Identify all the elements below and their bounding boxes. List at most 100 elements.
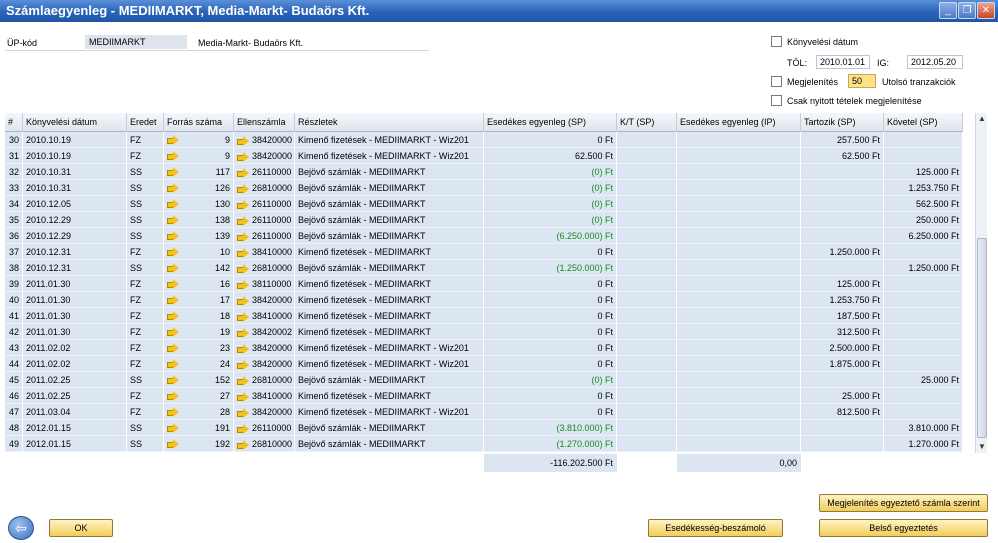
col-header-offset-account[interactable]: Ellenszámla — [234, 113, 295, 132]
table-row[interactable]: 49 2012.01.15 SS 192 26810000 Bejövő számlák … — [5, 436, 963, 452]
row-offset-account[interactable]: 38420000 — [234, 340, 295, 356]
table-row[interactable]: 46 2011.02.25 FZ 27 38410000 Kimenő fizetések… — [5, 388, 963, 404]
table-row[interactable]: 30 2010.10.19 FZ 9 38420000 Kimenő fizetések … — [5, 132, 963, 148]
link-arrow-icon[interactable] — [237, 167, 249, 178]
link-arrow-icon[interactable] — [167, 311, 179, 321]
row-source-number[interactable]: 126 — [164, 180, 234, 196]
link-arrow-icon[interactable] — [237, 247, 249, 258]
row-offset-account[interactable]: 26810000 — [234, 260, 295, 276]
link-arrow-icon[interactable] — [167, 263, 179, 273]
link-arrow-icon[interactable] — [167, 247, 179, 257]
link-arrow-icon[interactable] — [237, 359, 249, 370]
table-row[interactable]: 38 2010.12.31 SS 142 26810000 Bejövő számlák … — [5, 260, 963, 276]
link-arrow-icon[interactable] — [237, 407, 249, 418]
col-header-due-balance-sp[interactable]: Esedékes egyenleg (SP) — [484, 113, 617, 132]
table-row[interactable]: 36 2010.12.29 SS 139 26110000 Bejövő számlák … — [5, 228, 963, 244]
link-arrow-icon[interactable] — [237, 439, 249, 450]
col-header-number[interactable]: # — [5, 113, 23, 132]
scroll-thumb[interactable] — [977, 238, 987, 438]
scroll-up-icon[interactable]: ▲ — [976, 113, 988, 125]
link-arrow-icon[interactable] — [167, 295, 179, 305]
close-button[interactable]: ✕ — [977, 2, 995, 19]
link-arrow-icon[interactable] — [167, 423, 179, 433]
link-arrow-icon[interactable] — [167, 199, 179, 209]
up-kod-field[interactable]: MEDIIMARKT — [85, 35, 187, 49]
row-source-number[interactable]: 27 — [164, 388, 234, 404]
restore-button[interactable]: ❐ — [958, 2, 976, 19]
row-offset-account[interactable]: 38410000 — [234, 388, 295, 404]
row-offset-account[interactable]: 26810000 — [234, 436, 295, 452]
grid-scrollbar[interactable]: ▲ ▼ — [975, 113, 987, 453]
link-arrow-icon[interactable] — [237, 375, 249, 386]
link-arrow-icon[interactable] — [237, 263, 249, 274]
minimize-button[interactable]: _ — [939, 2, 957, 19]
link-arrow-icon[interactable] — [167, 439, 179, 449]
row-offset-account[interactable]: 38420000 — [234, 356, 295, 372]
link-arrow-icon[interactable] — [167, 167, 179, 177]
esedekesseg-beszamolo-button[interactable]: Esedékesség-beszámoló — [648, 519, 783, 537]
scroll-down-icon[interactable]: ▼ — [976, 441, 988, 453]
table-row[interactable]: 32 2010.10.31 SS 117 26110000 Bejövő számlák … — [5, 164, 963, 180]
megjelenites-egyezteto-button[interactable]: Megjelenítés egyeztető számla szerint — [819, 494, 988, 512]
link-arrow-icon[interactable] — [167, 327, 179, 337]
belso-egyeztetes-button[interactable]: Belső egyeztetés — [819, 519, 988, 537]
link-arrow-icon[interactable] — [237, 151, 249, 162]
row-offset-account[interactable]: 38410000 — [234, 308, 295, 324]
table-row[interactable]: 37 2010.12.31 FZ 10 38410000 Kimenő fizetések… — [5, 244, 963, 260]
row-source-number[interactable]: 117 — [164, 164, 234, 180]
link-arrow-icon[interactable] — [237, 295, 249, 306]
row-source-number[interactable]: 10 — [164, 244, 234, 260]
row-offset-account[interactable]: 26110000 — [234, 212, 295, 228]
megjelenites-checkbox[interactable] — [771, 76, 782, 87]
row-source-number[interactable]: 23 — [164, 340, 234, 356]
konyvelesi-datum-checkbox[interactable] — [771, 36, 782, 47]
tol-date-field[interactable]: 2010.01.01 — [816, 55, 870, 69]
table-row[interactable]: 33 2010.10.31 SS 126 26810000 Bejövő számlák … — [5, 180, 963, 196]
row-source-number[interactable]: 130 — [164, 196, 234, 212]
table-row[interactable]: 44 2011.02.02 FZ 24 38420000 Kimenő fizetések… — [5, 356, 963, 372]
row-source-number[interactable]: 142 — [164, 260, 234, 276]
table-row[interactable]: 43 2011.02.02 FZ 23 38420000 Kimenő fizetések… — [5, 340, 963, 356]
table-row[interactable]: 34 2010.12.05 SS 130 26110000 Bejövő számlák … — [5, 196, 963, 212]
table-row[interactable]: 42 2011.01.30 FZ 19 38420002 Kimenő fizetések… — [5, 324, 963, 340]
csak-nyitott-checkbox[interactable] — [771, 95, 782, 106]
row-offset-account[interactable]: 26110000 — [234, 420, 295, 436]
row-source-number[interactable]: 24 — [164, 356, 234, 372]
row-source-number[interactable]: 191 — [164, 420, 234, 436]
link-arrow-icon[interactable] — [167, 231, 179, 241]
link-arrow-icon[interactable] — [237, 215, 249, 226]
link-arrow-icon[interactable] — [167, 375, 179, 385]
link-arrow-icon[interactable] — [237, 231, 249, 242]
link-arrow-icon[interactable] — [167, 407, 179, 417]
col-header-credit-sp[interactable]: Követel (SP) — [884, 113, 963, 132]
link-arrow-icon[interactable] — [237, 279, 249, 290]
link-arrow-icon[interactable] — [237, 135, 249, 146]
row-source-number[interactable]: 16 — [164, 276, 234, 292]
link-arrow-icon[interactable] — [237, 199, 249, 210]
link-arrow-icon[interactable] — [167, 151, 179, 161]
row-offset-account[interactable]: 38420000 — [234, 132, 295, 148]
row-source-number[interactable]: 152 — [164, 372, 234, 388]
table-row[interactable]: 39 2011.01.30 FZ 16 38110000 Kimenő fizetések… — [5, 276, 963, 292]
link-arrow-icon[interactable] — [237, 423, 249, 434]
link-arrow-icon[interactable] — [167, 215, 179, 225]
row-source-number[interactable]: 9 — [164, 148, 234, 164]
row-offset-account[interactable]: 26110000 — [234, 164, 295, 180]
table-row[interactable]: 45 2011.02.25 SS 152 26810000 Bejövő számlák … — [5, 372, 963, 388]
link-arrow-icon[interactable] — [167, 343, 179, 353]
row-source-number[interactable]: 138 — [164, 212, 234, 228]
table-row[interactable]: 35 2010.12.29 SS 138 26110000 Bejövő számlák … — [5, 212, 963, 228]
col-header-debit-sp[interactable]: Tartozik (SP) — [801, 113, 884, 132]
row-offset-account[interactable]: 38410000 — [234, 244, 295, 260]
row-source-number[interactable]: 18 — [164, 308, 234, 324]
link-arrow-icon[interactable] — [167, 183, 179, 193]
row-offset-account[interactable]: 26810000 — [234, 180, 295, 196]
row-source-number[interactable]: 139 — [164, 228, 234, 244]
row-source-number[interactable]: 17 — [164, 292, 234, 308]
row-source-number[interactable]: 9 — [164, 132, 234, 148]
row-offset-account[interactable]: 26110000 — [234, 196, 295, 212]
row-offset-account[interactable]: 38420002 — [234, 324, 295, 340]
table-row[interactable]: 47 2011.03.04 FZ 28 38420000 Kimenő fizetések… — [5, 404, 963, 420]
link-arrow-icon[interactable] — [237, 183, 249, 194]
table-row[interactable]: 31 2010.10.19 FZ 9 38420000 Kimenő fizetések … — [5, 148, 963, 164]
